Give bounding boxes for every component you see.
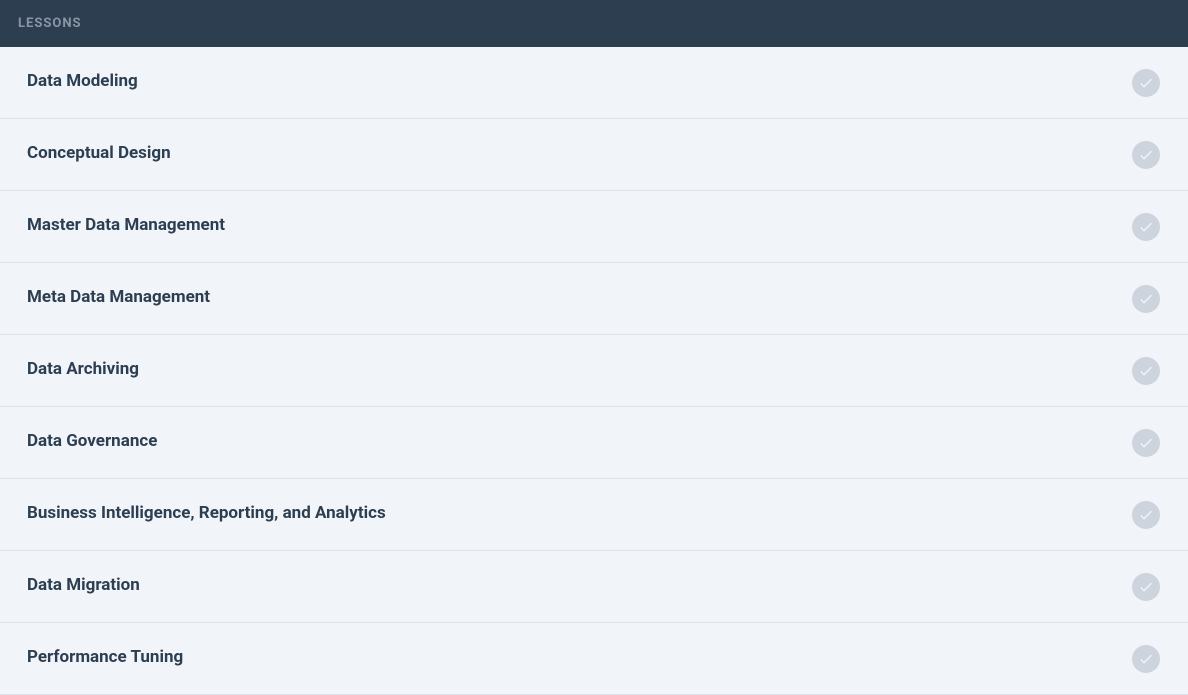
lesson-item[interactable]: Data Migration: [0, 551, 1188, 623]
lesson-item[interactable]: Data Archiving: [0, 335, 1188, 407]
check-circle-icon: [1132, 141, 1160, 169]
lesson-item[interactable]: Data Governance: [0, 407, 1188, 479]
lesson-title: Data Migration: [27, 574, 140, 596]
lesson-item[interactable]: Meta Data Management: [0, 263, 1188, 335]
lesson-title: Data Modeling: [27, 70, 138, 92]
check-circle-icon: [1132, 501, 1160, 529]
check-circle-icon: [1132, 573, 1160, 601]
lesson-item[interactable]: Performance Tuning: [0, 623, 1188, 695]
lessons-header-title: LESSONS: [18, 16, 82, 31]
lessons-header: LESSONS: [0, 0, 1188, 47]
lesson-title: Meta Data Management: [27, 286, 210, 308]
check-circle-icon: [1132, 357, 1160, 385]
check-circle-icon: [1132, 69, 1160, 97]
lesson-title: Performance Tuning: [27, 646, 183, 668]
lessons-list: Data Modeling Conceptual Design Master D…: [0, 47, 1188, 695]
check-circle-icon: [1132, 213, 1160, 241]
lesson-title: Data Governance: [27, 430, 157, 452]
check-circle-icon: [1132, 645, 1160, 673]
lesson-item[interactable]: Master Data Management: [0, 191, 1188, 263]
lesson-item[interactable]: Data Modeling: [0, 47, 1188, 119]
lesson-title: Conceptual Design: [27, 142, 171, 164]
lesson-title: Business Intelligence, Reporting, and An…: [27, 502, 386, 524]
check-circle-icon: [1132, 285, 1160, 313]
lesson-title: Data Archiving: [27, 358, 139, 380]
check-circle-icon: [1132, 429, 1160, 457]
lesson-title: Master Data Management: [27, 214, 225, 236]
lesson-item[interactable]: Business Intelligence, Reporting, and An…: [0, 479, 1188, 551]
lesson-item[interactable]: Conceptual Design: [0, 119, 1188, 191]
